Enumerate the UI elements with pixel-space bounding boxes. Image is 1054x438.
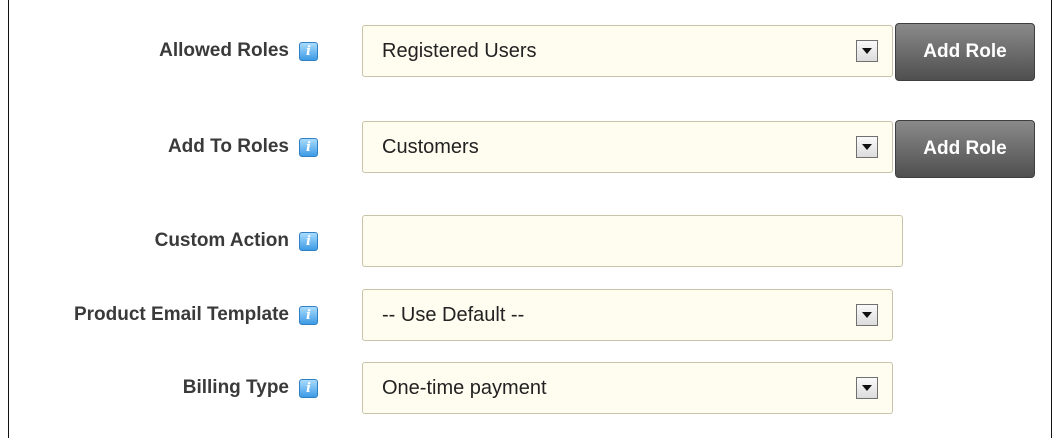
help-icon[interactable]: i: [299, 378, 318, 398]
add-to-roles-label-group: Add To Roles i: [168, 121, 318, 173]
custom-action-row: Custom Action i: [0, 215, 1054, 275]
add-to-roles-row: Add To Roles i Customers Add Role: [0, 120, 1054, 181]
billing-type-select[interactable]: One-time payment: [362, 362, 893, 414]
chevron-down-icon[interactable]: [856, 136, 878, 158]
billing-type-label-group: Billing Type i: [183, 362, 318, 414]
product-email-template-row: Product Email Template i -- Use Default …: [0, 289, 1054, 349]
help-icon[interactable]: i: [299, 305, 318, 325]
chevron-down-icon[interactable]: [856, 377, 878, 399]
help-icon[interactable]: i: [299, 41, 318, 61]
product-email-template-label-group: Product Email Template i: [74, 289, 318, 341]
allowed-roles-row: Allowed Roles i Registered Users Add Rol…: [0, 23, 1054, 85]
add-allowed-role-button[interactable]: Add Role: [895, 23, 1035, 81]
add-to-roles-select[interactable]: Customers: [362, 121, 893, 173]
allowed-roles-select[interactable]: Registered Users: [362, 25, 893, 77]
help-icon[interactable]: i: [299, 231, 318, 251]
add-to-roles-label: Add To Roles: [167, 136, 289, 157]
billing-type-selected-value: One-time payment: [382, 376, 547, 399]
chevron-down-icon[interactable]: [856, 304, 878, 326]
custom-action-label-group: Custom Action i: [155, 215, 318, 267]
allowed-roles-selected-value: Registered Users: [382, 39, 537, 62]
billing-type-label: Billing Type: [182, 377, 289, 398]
product-email-template-select[interactable]: -- Use Default --: [362, 289, 893, 341]
add-to-role-button[interactable]: Add Role: [895, 120, 1035, 178]
add-to-roles-selected-value: Customers: [382, 135, 479, 158]
product-email-template-label: Product Email Template: [73, 304, 289, 325]
custom-action-label: Custom Action: [154, 230, 289, 251]
allowed-roles-label: Allowed Roles: [159, 40, 289, 61]
custom-action-input[interactable]: [362, 215, 903, 267]
allowed-roles-label-group: Allowed Roles i: [159, 25, 318, 77]
product-email-template-selected-value: -- Use Default --: [382, 303, 525, 326]
chevron-down-icon[interactable]: [856, 40, 878, 62]
billing-type-row: Billing Type i One-time payment: [0, 362, 1054, 422]
help-icon[interactable]: i: [299, 137, 318, 157]
